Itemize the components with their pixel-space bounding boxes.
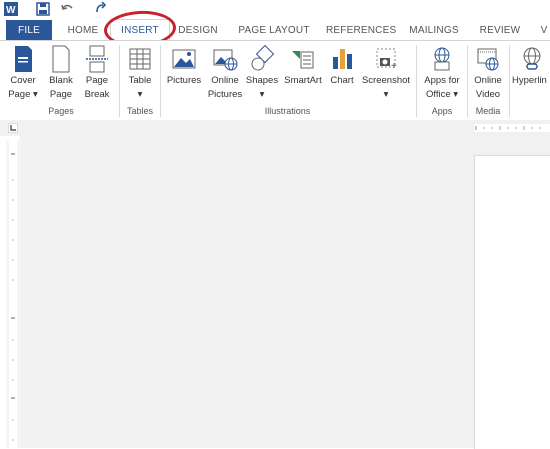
ribbon-insert: Cover Page ▾ Blank Page Page Break Pages… bbox=[0, 40, 550, 121]
save-icon[interactable] bbox=[36, 2, 50, 16]
online-video-button[interactable]: Online Video bbox=[470, 45, 506, 101]
screenshot-icon: + bbox=[376, 48, 397, 72]
word-app-icon[interactable]: W bbox=[4, 2, 18, 16]
page-break-label-2: Break bbox=[84, 89, 110, 100]
group-label-illustrations: Illustrations bbox=[264, 106, 311, 116]
pictures-button[interactable]: Pictures bbox=[163, 45, 205, 87]
chart-button[interactable]: Chart bbox=[326, 45, 358, 87]
screenshot-button[interactable]: + Screenshot ▾ bbox=[359, 45, 413, 101]
hyperlink-icon bbox=[523, 47, 541, 70]
group-label-apps: Apps bbox=[431, 106, 453, 116]
chart-icon bbox=[333, 49, 352, 69]
table-label: Table bbox=[128, 75, 152, 86]
hyperlink-button[interactable]: Hyperlin bbox=[512, 45, 550, 87]
apps-for-office-button[interactable]: Apps for Office ▾ bbox=[419, 45, 465, 101]
undo-icon[interactable] bbox=[60, 2, 74, 16]
online-pictures-label-2: Pictures bbox=[207, 89, 243, 100]
blank-page-icon bbox=[52, 45, 70, 73]
group-label-pages: Pages bbox=[48, 106, 74, 116]
chart-label: Chart bbox=[330, 75, 354, 86]
tab-home[interactable]: HOME bbox=[62, 20, 104, 41]
tab-view[interactable]: V bbox=[538, 20, 550, 41]
online-pictures-label-1: Online bbox=[211, 75, 239, 86]
tab-file[interactable]: FILE bbox=[6, 20, 52, 41]
page-break-icon bbox=[86, 45, 108, 73]
smartart-button[interactable]: SmartArt bbox=[281, 45, 325, 87]
blank-page-label-2: Page bbox=[49, 89, 73, 100]
separator bbox=[416, 45, 417, 117]
quick-access-toolbar: W bbox=[0, 0, 550, 20]
cover-page-label-1: Cover bbox=[10, 75, 36, 86]
smartart-label: SmartArt bbox=[284, 75, 322, 86]
separator bbox=[509, 45, 510, 117]
online-pictures-icon bbox=[213, 49, 238, 71]
apps-label-1: Apps for bbox=[424, 75, 460, 86]
apps-label-2: Office ▾ bbox=[425, 89, 459, 100]
cover-page-button[interactable]: Cover Page ▾ bbox=[6, 45, 40, 101]
tab-selector-icon[interactable] bbox=[8, 123, 18, 133]
cover-page-label-2: Page ▾ bbox=[8, 89, 38, 100]
online-video-icon bbox=[477, 48, 499, 71]
tab-page-layout[interactable]: PAGE LAYOUT bbox=[236, 20, 312, 41]
table-caret: ▾ bbox=[137, 89, 143, 100]
redo-icon[interactable] bbox=[94, 2, 108, 16]
svg-text:W: W bbox=[6, 5, 16, 16]
shapes-caret: ▾ bbox=[259, 89, 265, 100]
online-video-label-1: Online bbox=[474, 75, 502, 86]
smartart-icon bbox=[292, 51, 314, 69]
tab-references[interactable]: REFERENCES bbox=[326, 20, 396, 41]
apps-icon bbox=[434, 47, 450, 71]
table-button[interactable]: Table ▾ bbox=[122, 45, 158, 101]
page-break-button[interactable]: Page Break bbox=[80, 45, 114, 101]
shapes-icon bbox=[251, 45, 275, 71]
table-icon bbox=[129, 48, 151, 70]
tab-design[interactable]: DESIGN bbox=[176, 20, 220, 41]
document-page[interactable] bbox=[474, 155, 550, 449]
online-video-label-2: Video bbox=[475, 89, 501, 100]
tab-review[interactable]: REVIEW bbox=[476, 20, 524, 41]
ruler-bar bbox=[0, 120, 550, 136]
pictures-icon bbox=[172, 49, 196, 69]
svg-text:+: + bbox=[391, 61, 397, 72]
pictures-label: Pictures bbox=[166, 75, 202, 86]
group-label-tables: Tables bbox=[126, 106, 153, 116]
document-canvas[interactable] bbox=[20, 136, 550, 448]
page-break-label-1: Page bbox=[85, 75, 109, 86]
hyperlink-label: Hyperlin bbox=[512, 75, 547, 86]
horizontal-ruler[interactable] bbox=[474, 123, 550, 133]
group-label-media: Media bbox=[475, 106, 501, 116]
vertical-ruler[interactable] bbox=[6, 140, 20, 448]
screenshot-label: Screenshot bbox=[361, 75, 411, 86]
blank-page-button[interactable]: Blank Page bbox=[44, 45, 78, 101]
blank-page-label-1: Blank bbox=[49, 75, 73, 86]
online-pictures-button[interactable]: Online Pictures bbox=[206, 45, 244, 101]
shapes-button[interactable]: Shapes ▾ bbox=[245, 45, 279, 101]
screenshot-caret: ▾ bbox=[383, 89, 389, 100]
shapes-label: Shapes bbox=[245, 75, 279, 86]
cover-page-icon bbox=[15, 46, 32, 72]
tab-mailings[interactable]: MAILINGS bbox=[406, 20, 462, 41]
ribbon-tabs: FILE HOME INSERT DESIGN PAGE LAYOUT REFE… bbox=[0, 19, 550, 41]
